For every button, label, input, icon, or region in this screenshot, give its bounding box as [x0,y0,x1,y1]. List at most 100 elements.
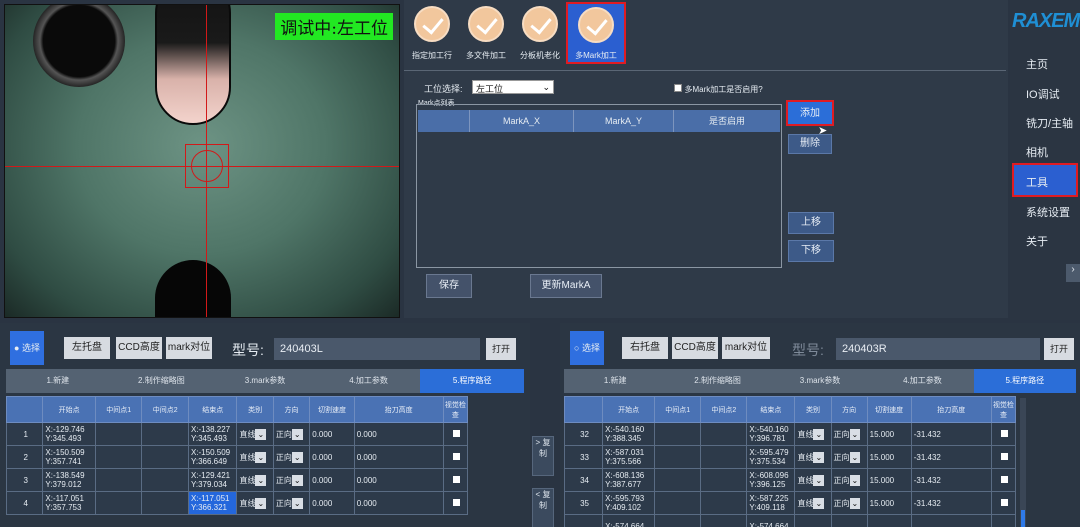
cell-type[interactable]: 直线 ⌄ [794,468,832,492]
cell-end[interactable]: X:-574.664 [746,514,796,527]
cell-lift[interactable]: -31.432 [910,468,992,492]
cell-index[interactable]: 2 [5,445,44,469]
vision-checkbox[interactable] [1000,429,1008,437]
left-mark-align-button[interactable]: mark对位 [166,337,212,359]
cell-start[interactable]: X:-587.031 Y:375.566 [602,445,656,469]
cell-index[interactable]: 4 [5,491,44,515]
table-row[interactable]: 34 X:-608.136 Y:387.677 X:-608.096 Y:396.1… [563,468,1017,492]
cell-end[interactable]: X:-608.096 Y:396.125 [746,468,796,492]
chevron-down-icon[interactable]: ⌄ [813,428,825,440]
menu-item-settings[interactable]: 系统设置 [1026,204,1070,220]
chevron-down-icon[interactable]: ⌄ [849,451,861,463]
cell-speed[interactable]: 0.000 [309,491,355,515]
tab-thumbnail[interactable]: 2.制作缩略图 [666,369,768,393]
cell-start[interactable]: X:-574.664 [602,514,656,527]
cell-direction[interactable]: 正向 ⌄ [272,422,311,446]
cell-end[interactable]: X:-138.227 Y:345.493 [187,422,238,446]
copy-left-button[interactable]: < 复制 [532,488,554,527]
right-tray-button[interactable]: 右托盘 [622,337,668,359]
cell-vision-check[interactable] [990,445,1017,469]
chevron-down-icon[interactable]: ⌄ [255,428,267,440]
cell-lift[interactable]: -31.432 [910,491,992,515]
right-open-button[interactable]: 打开 [1044,338,1074,360]
cell-direction[interactable] [830,514,868,527]
tab-mark-params[interactable]: 3.mark参数 [213,369,317,393]
cell-end[interactable]: X:-587.225 Y:409.118 [746,491,796,515]
vision-checkbox[interactable] [1000,452,1008,460]
chevron-down-icon[interactable]: ⌄ [813,497,825,509]
cell-start[interactable]: X:-117.051 Y:357.753 [42,491,96,515]
chevron-down-icon[interactable]: ⌄ [291,497,303,509]
enable-checkbox[interactable] [674,84,682,92]
cell-index[interactable]: 3 [5,468,44,492]
cell-speed[interactable]: 15.000 [866,422,912,446]
cell-direction[interactable]: 正向 ⌄ [272,468,311,492]
cell-direction[interactable]: 正向 ⌄ [830,468,868,492]
chevron-down-icon[interactable]: ⌄ [291,428,303,440]
cell-mid2[interactable] [700,445,748,469]
cell-index[interactable]: 32 [563,422,604,446]
table-row[interactable]: 3 X:-138.549 Y:379.012 X:-129.421 Y:379.03… [5,468,469,492]
cell-speed[interactable] [866,514,912,527]
save-button[interactable]: 保存 [426,274,472,298]
cell-vision-check[interactable] [442,445,469,469]
right-model-input[interactable]: 240403R [836,338,1040,360]
scrollbar-thumb[interactable] [1021,510,1025,527]
chevron-down-icon[interactable]: ⌄ [255,474,267,486]
cell-mid2[interactable] [700,491,748,515]
chevron-down-icon[interactable]: ⌄ [255,497,267,509]
cell-speed[interactable]: 0.000 [309,422,355,446]
move-down-button[interactable]: 下移 [788,240,834,262]
menu-item-camera[interactable]: 相机 [1026,144,1048,160]
delete-button[interactable]: 删除 [788,134,832,154]
cell-lift[interactable]: -31.432 [910,422,992,446]
tab-new[interactable]: 1.新建 [6,369,110,393]
cell-start[interactable]: X:-150.509 Y:357.741 [42,445,96,469]
tool-multi-file[interactable]: 多文件加工 [460,6,512,61]
cell-vision-check[interactable] [442,491,469,515]
cell-end[interactable]: X:-129.421 Y:379.034 [187,468,238,492]
cell-mid1[interactable] [94,422,143,446]
cell-mid2[interactable] [141,445,189,469]
left-select-radio[interactable]: ● 选择 [10,331,44,365]
cell-index[interactable]: 33 [563,445,604,469]
tab-thumbnail[interactable]: 2.制作缩略图 [110,369,214,393]
cell-vision-check[interactable] [990,491,1017,515]
cell-end[interactable]: X:-595.479 Y:375.534 [746,445,796,469]
cell-speed[interactable]: 15.000 [866,445,912,469]
cell-direction[interactable]: 正向 ⌄ [830,491,868,515]
cell-direction[interactable]: 正向 ⌄ [830,445,868,469]
cell-index[interactable] [563,514,604,527]
cell-mid1[interactable] [654,514,702,527]
cell-lift[interactable]: 0.000 [353,491,444,515]
cell-type[interactable]: 直线 ⌄ [236,422,274,446]
cell-mid2[interactable] [700,514,748,527]
vision-checkbox[interactable] [452,429,460,437]
cell-index[interactable]: 34 [563,468,604,492]
cell-start[interactable]: X:-540.160 Y:388.345 [602,422,656,446]
chevron-down-icon[interactable]: ⌄ [291,474,303,486]
chevron-down-icon[interactable]: ⌄ [291,451,303,463]
cell-type[interactable]: 直线 ⌄ [236,468,274,492]
left-model-input[interactable]: 240403L [274,338,480,360]
menu-item-about[interactable]: 关于 [1026,233,1048,249]
cell-speed[interactable]: 0.000 [309,468,355,492]
cell-mid1[interactable] [654,491,702,515]
cell-lift[interactable]: 0.000 [353,422,444,446]
table-row[interactable]: 35 X:-595.793 Y:409.102 X:-587.225 Y:409.1… [563,491,1017,515]
cell-direction[interactable]: 正向 ⌄ [272,491,311,515]
table-row[interactable]: 1 X:-129.746 Y:345.493 X:-138.227 Y:345.49… [5,422,469,446]
chevron-down-icon[interactable]: ⌄ [849,474,861,486]
cell-mid2[interactable] [141,491,189,515]
right-select-radio[interactable]: ○ 选择 [570,331,604,365]
table-row[interactable]: 33 X:-587.031 Y:375.566 X:-595.479 Y:375.5… [563,445,1017,469]
cell-end[interactable]: X:-150.509 Y:366.649 [187,445,238,469]
tool-multi-mark[interactable]: 多Mark加工 [566,2,626,64]
cell-mid2[interactable] [141,468,189,492]
cell-vision-check[interactable] [990,468,1017,492]
tool-board-aging[interactable]: 分板机老化 [514,6,566,61]
tab-process-params[interactable]: 4.加工参数 [871,369,973,393]
cell-start[interactable]: X:-595.793 Y:409.102 [602,491,656,515]
cell-vision-check[interactable] [990,514,1017,527]
tab-program-path[interactable]: 5.程序路径 [420,369,524,393]
